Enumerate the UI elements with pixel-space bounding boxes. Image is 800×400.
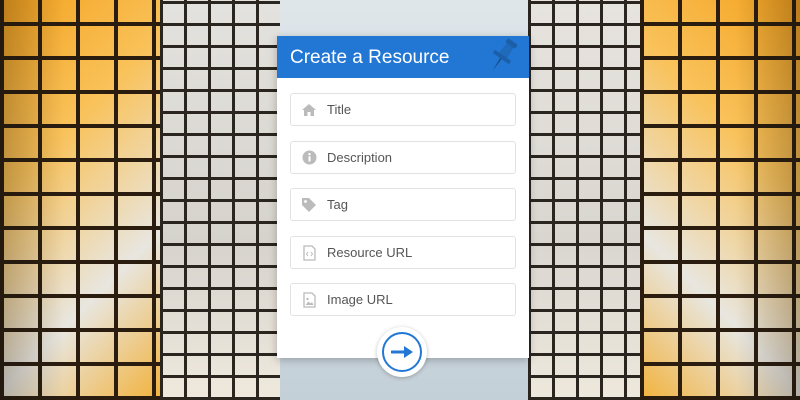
description-input[interactable] xyxy=(327,150,507,165)
building-facade-left xyxy=(0,0,160,400)
resource-url-field[interactable] xyxy=(290,236,516,269)
info-icon xyxy=(291,150,327,165)
tag-field[interactable] xyxy=(290,188,516,221)
form-title: Create a Resource xyxy=(290,47,450,68)
tag-input[interactable] xyxy=(327,197,507,212)
submit-button[interactable] xyxy=(377,327,427,377)
resource-url-input[interactable] xyxy=(327,245,507,260)
submit-button-ring xyxy=(382,332,422,372)
building-facade-right xyxy=(640,0,800,400)
building-facade-left-inner xyxy=(160,0,280,400)
pushpin-icon xyxy=(492,38,518,71)
card-header: Create a Resource xyxy=(277,36,529,78)
building-facade-right-inner xyxy=(528,0,640,400)
create-resource-card: Create a Resource xyxy=(277,36,529,358)
tag-icon xyxy=(291,197,327,213)
code-file-icon xyxy=(291,244,327,261)
home-icon xyxy=(291,103,327,117)
image-url-field[interactable] xyxy=(290,283,516,316)
title-field[interactable] xyxy=(290,93,516,126)
description-field[interactable] xyxy=(290,141,516,174)
image-url-input[interactable] xyxy=(327,292,507,307)
title-input[interactable] xyxy=(327,102,507,117)
arrow-right-icon xyxy=(391,346,413,358)
image-file-icon xyxy=(291,291,327,308)
